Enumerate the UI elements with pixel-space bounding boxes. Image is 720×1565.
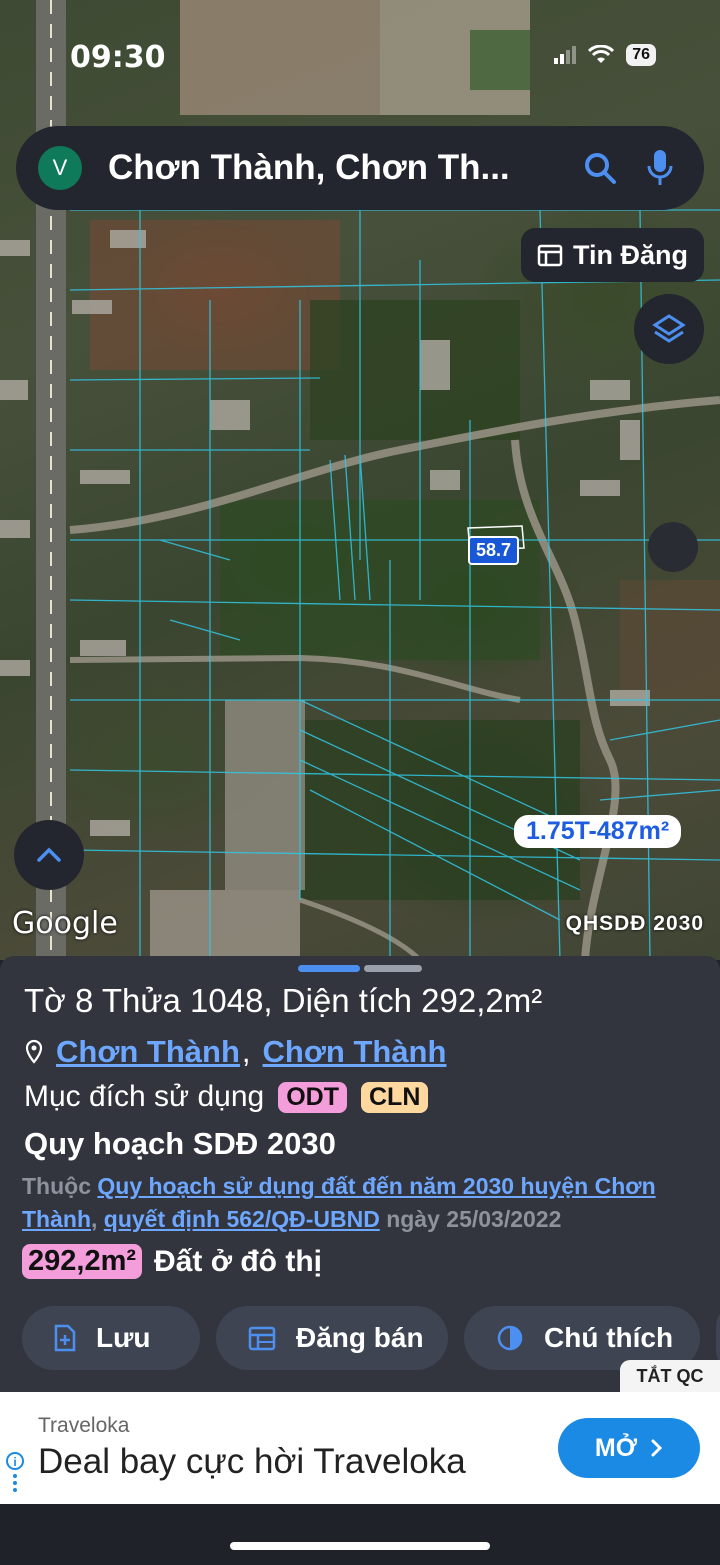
layers-button[interactable] xyxy=(634,294,704,364)
status-time: 09:30 xyxy=(70,40,166,75)
post-sale-button[interactable]: Đăng bán xyxy=(216,1306,448,1370)
listing-icon xyxy=(537,244,563,267)
ad-banner[interactable]: i Traveloka Deal bay cực hời Traveloka M… xyxy=(0,1392,720,1504)
parcel-title: Tờ 8 Thửa 1048, Diện tích 292,2m² xyxy=(24,982,543,1019)
ad-headline: Deal bay cực hời Traveloka xyxy=(38,1442,466,1481)
plan-title: Quy hoạch SDĐ 2030 xyxy=(24,1126,336,1161)
plan-description: Thuộc Quy hoạch sử dụng đất đến năm 2030… xyxy=(22,1170,712,1236)
ward-link[interactable]: Chơn Thành xyxy=(56,1034,240,1070)
listing-icon xyxy=(248,1326,276,1351)
expand-up-button[interactable] xyxy=(14,820,84,890)
land-type: Đất ở đô thị xyxy=(154,1244,322,1278)
ad-open-button[interactable]: MỞ xyxy=(558,1418,700,1478)
post-sale-label: Đăng bán xyxy=(296,1322,424,1353)
search-query[interactable]: Chơn Thành, Chơn Th... xyxy=(108,148,562,188)
search-bar[interactable]: V Chơn Thành, Chơn Th... xyxy=(16,126,704,210)
avatar[interactable]: V xyxy=(38,146,82,190)
add-document-icon xyxy=(54,1324,76,1352)
purpose-label: Mục đích sử dụng xyxy=(24,1080,265,1113)
battery-indicator: 76 xyxy=(626,44,656,66)
sheet-page-indicator-active[interactable] xyxy=(298,965,360,972)
parcel-info-sheet: Tờ 8 Thửa 1048, Diện tích 292,2m² Chơn T… xyxy=(0,956,720,1392)
purpose-tag-odt: ODT xyxy=(278,1081,347,1113)
listing-price-marker[interactable]: 58.7 xyxy=(468,536,520,565)
contrast-icon xyxy=(497,1325,523,1351)
map-control-button[interactable] xyxy=(648,522,698,572)
status-icons: 76 xyxy=(554,44,656,66)
tin-dang-label: Tin Đăng xyxy=(572,239,688,270)
tin-dang-button[interactable]: Tin Đăng xyxy=(520,228,704,282)
home-indicator[interactable] xyxy=(230,1542,490,1550)
ad-open-label: MỞ xyxy=(594,1433,638,1462)
layers-icon xyxy=(652,314,686,343)
legend-label: Chú thích xyxy=(544,1322,674,1353)
decision-date: ngày 25/03/2022 xyxy=(386,1206,562,1232)
wifi-icon xyxy=(588,45,615,63)
plan-prefix: Thuộc xyxy=(22,1173,91,1199)
chevron-right-icon xyxy=(651,1439,663,1457)
search-icon[interactable] xyxy=(578,146,622,190)
sheet-page-indicator[interactable] xyxy=(364,965,422,972)
land-use-purpose: Mục đích sử dụng ODT CLN xyxy=(24,1080,429,1114)
district-link[interactable]: Chơn Thành xyxy=(263,1034,447,1070)
satellite-map[interactable]: 09:30 76 V Chơn Thành, Chơn Th... Tin Đă… xyxy=(0,0,720,960)
google-attribution: Google xyxy=(12,906,118,941)
chevron-up-icon xyxy=(37,847,61,862)
location-separator: , xyxy=(241,1034,251,1069)
save-button[interactable]: Lưu xyxy=(22,1306,200,1370)
listing-price-tag[interactable]: 1.75T-487m² xyxy=(514,815,682,848)
ad-brand: Traveloka xyxy=(38,1414,130,1437)
signal-icon xyxy=(554,46,577,64)
plan-separator: , xyxy=(91,1206,98,1232)
area-line: 292,2m² Đất ở đô thị xyxy=(22,1244,322,1279)
area-badge: 292,2m² xyxy=(22,1244,143,1279)
map-layer-label: QHSDĐ 2030 xyxy=(565,912,704,935)
action-row: Lưu Đăng bán Chú thích xyxy=(22,1306,720,1370)
app-root: 09:30 76 V Chơn Thành, Chơn Th... Tin Đă… xyxy=(0,0,720,1565)
ad-info-icon[interactable]: i xyxy=(6,1452,24,1496)
bottom-safe-area xyxy=(0,1504,720,1565)
location-line: Chơn Thành , Chơn Thành xyxy=(24,1034,446,1070)
svg-text:i: i xyxy=(13,1455,16,1469)
location-pin-icon xyxy=(25,1039,43,1064)
save-label: Lưu xyxy=(96,1322,151,1353)
microphone-icon[interactable] xyxy=(638,146,682,190)
purpose-tag-cln: CLN xyxy=(361,1081,429,1113)
close-ad-button[interactable]: TẮT QC xyxy=(620,1360,720,1392)
decision-link[interactable]: quyết định 562/QĐ-UBND xyxy=(104,1206,380,1232)
